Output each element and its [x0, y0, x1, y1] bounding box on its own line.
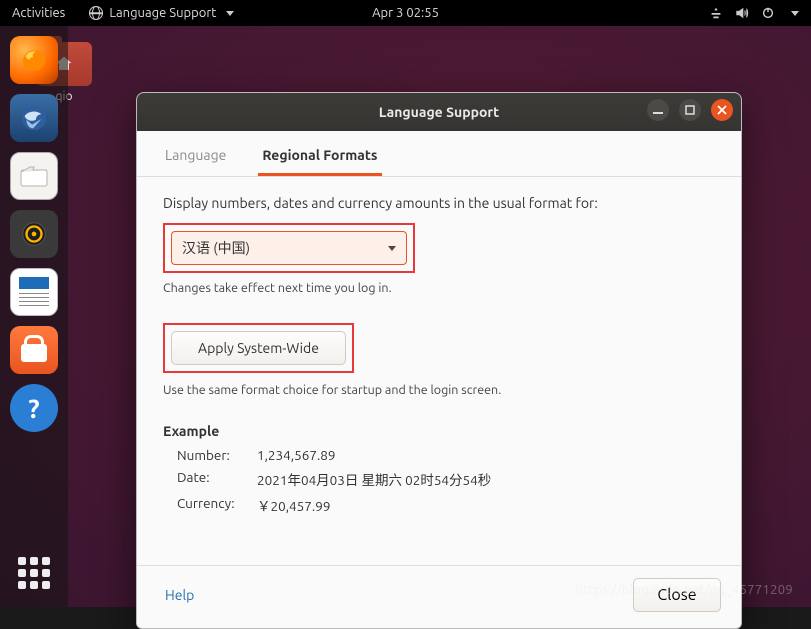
- desktop: qio Language Support Language Regional F…: [0, 26, 811, 607]
- tab-language[interactable]: Language: [161, 139, 230, 176]
- dock-libreoffice-writer[interactable]: [10, 268, 58, 316]
- example-section: Example Number: 1,234,567.89 Date: 2021年…: [163, 423, 715, 515]
- top-panel: Activities Language Support Apr 3 02:55: [0, 0, 811, 26]
- window-close-button[interactable]: [711, 99, 733, 121]
- example-currency-value: ￥20,457.99: [257, 495, 330, 515]
- example-currency-label: Currency:: [177, 495, 245, 515]
- clock[interactable]: Apr 3 02:55: [372, 6, 439, 20]
- tabs: Language Regional Formats: [137, 131, 741, 177]
- system-menu-chevron-icon[interactable]: [791, 11, 799, 16]
- example-number-value: 1,234,567.89: [257, 447, 336, 463]
- example-number-label: Number:: [177, 447, 245, 463]
- titlebar[interactable]: Language Support: [137, 93, 741, 131]
- dock-ubuntu-software[interactable]: [10, 326, 58, 374]
- locale-selected-value: 汉语 (中国): [182, 238, 250, 258]
- changes-note: Changes take effect next time you log in…: [163, 281, 715, 295]
- chevron-down-icon: [388, 246, 396, 251]
- window-minimize-button[interactable]: [647, 99, 669, 121]
- format-description: Display numbers, dates and currency amou…: [163, 195, 715, 211]
- watermark: https://blog.csdn.net/qq_45771209: [576, 583, 793, 597]
- tab-regional-formats[interactable]: Regional Formats: [258, 139, 381, 176]
- example-date-label: Date:: [177, 469, 245, 489]
- globe-icon: [89, 6, 103, 20]
- language-support-window: Language Support Language Regional Forma…: [136, 92, 742, 629]
- power-icon[interactable]: [761, 6, 775, 20]
- dock-rhythmbox[interactable]: [10, 210, 58, 258]
- dock-files[interactable]: [10, 152, 58, 200]
- dock-help[interactable]: ?: [10, 384, 58, 432]
- dock-firefox[interactable]: [10, 36, 58, 84]
- network-icon[interactable]: [709, 6, 723, 20]
- example-date-value: 2021年04月03日 星期六 02时54分54秒: [257, 469, 491, 489]
- chevron-down-icon: [226, 11, 234, 16]
- app-indicator-label: Language Support: [109, 6, 216, 20]
- highlight-locale: 汉语 (中国): [163, 223, 415, 273]
- volume-icon[interactable]: [735, 6, 749, 20]
- activities-button[interactable]: Activities: [12, 6, 65, 20]
- highlight-apply: Apply System-Wide: [163, 323, 354, 373]
- window-title: Language Support: [379, 104, 499, 120]
- dock-show-applications[interactable]: [14, 553, 54, 593]
- locale-combobox[interactable]: 汉语 (中国): [171, 231, 407, 265]
- apply-note: Use the same format choice for startup a…: [163, 383, 715, 397]
- app-indicator[interactable]: Language Support: [89, 6, 234, 20]
- apply-button-label: Apply System-Wide: [198, 340, 319, 356]
- dock: ?: [0, 26, 68, 607]
- example-heading: Example: [163, 423, 715, 439]
- window-maximize-button[interactable]: [679, 99, 701, 121]
- dock-thunderbird[interactable]: [10, 94, 58, 142]
- help-link[interactable]: Help: [157, 587, 194, 603]
- apply-system-wide-button[interactable]: Apply System-Wide: [171, 331, 346, 365]
